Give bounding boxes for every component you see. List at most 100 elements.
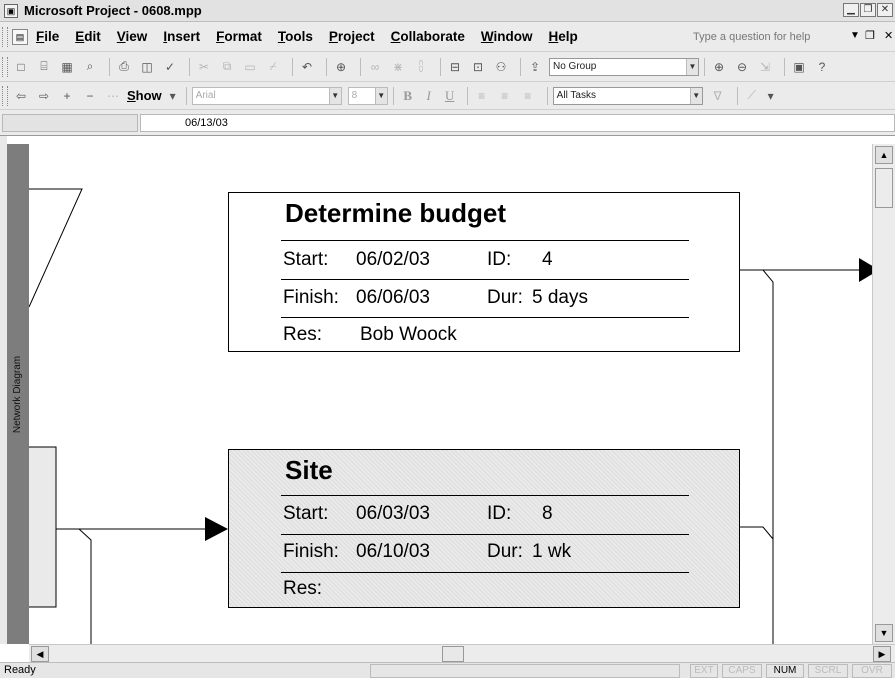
toolbar-grip[interactable] xyxy=(2,85,8,106)
restore-icon[interactable]: ❐ xyxy=(860,3,876,17)
save-icon[interactable]: ▦ xyxy=(58,58,76,76)
menu-help[interactable]: Help xyxy=(549,29,578,44)
close-icon[interactable]: ✕ xyxy=(877,3,893,17)
entry-field[interactable]: 06/13/03 xyxy=(140,114,895,132)
split-task-icon[interactable]: ⩉ xyxy=(412,58,430,76)
chevron-down-icon[interactable]: ▼ xyxy=(686,58,698,75)
toolbar-separator xyxy=(360,57,361,76)
italic-button[interactable]: I xyxy=(420,87,438,105)
minimize-icon[interactable]: ▁ xyxy=(843,3,859,17)
horizontal-scrollbar[interactable]: ◀ ▶ xyxy=(29,644,895,662)
copy-icon[interactable]: ⧉ xyxy=(218,58,236,76)
underline-button[interactable]: U xyxy=(441,87,459,105)
menu-file[interactable]: File xyxy=(36,29,59,44)
filter-select[interactable]: All Tasks ▼ xyxy=(552,86,703,105)
start-date: 06/03/03 xyxy=(356,503,430,524)
view-bar[interactable]: Network Diagram xyxy=(7,144,29,644)
cut-icon[interactable]: ✂ xyxy=(195,58,213,76)
hyperlink-icon[interactable]: ⊕ xyxy=(332,58,350,76)
print-icon[interactable]: ⎙ xyxy=(115,58,133,76)
partial-node-left[interactable] xyxy=(29,446,57,608)
help-icon[interactable]: ? xyxy=(813,58,831,76)
menu-collaborate[interactable]: Collaborate xyxy=(391,29,465,44)
vertical-scrollbar[interactable]: ▲ ▼ xyxy=(872,144,895,644)
copy-picture-icon[interactable]: ▣ xyxy=(790,58,808,76)
task-node[interactable]: Site Start: 06/03/03 ID: 8 Finish: 06/10… xyxy=(228,449,740,608)
search-icon[interactable]: ⌕ xyxy=(81,58,99,76)
entry-name-box xyxy=(2,114,138,132)
scroll-left-icon[interactable]: ◀ xyxy=(31,646,49,662)
network-diagram-canvas[interactable]: Determine budget Start: 06/02/03 ID: 4 F… xyxy=(29,144,872,644)
autofilter-icon[interactable]: ∇ xyxy=(709,87,727,105)
scroll-down-icon[interactable]: ▼ xyxy=(875,624,893,642)
document-icon[interactable]: ▤ xyxy=(12,28,28,45)
toolbar-grip[interactable] xyxy=(2,56,8,77)
align-center-icon[interactable]: ≡ xyxy=(496,87,514,105)
app-icon[interactable]: ▣ xyxy=(4,3,18,18)
show-button[interactable]: Show xyxy=(127,88,162,103)
publish-icon[interactable]: ⇪ xyxy=(526,58,544,76)
arrow-left-icon[interactable]: ⇦ xyxy=(12,87,30,105)
menu-tools[interactable]: Tools xyxy=(278,29,313,44)
scroll-right-icon[interactable]: ▶ xyxy=(873,646,891,662)
align-left-icon[interactable]: ≡ xyxy=(473,87,491,105)
id-label: ID: xyxy=(487,249,512,270)
chevron-down-icon[interactable]: ▼ xyxy=(689,87,702,104)
link-tasks-icon[interactable]: ∞ xyxy=(366,58,384,76)
font-select[interactable]: Arial ▼ xyxy=(191,86,342,105)
menu-format[interactable]: Format xyxy=(216,29,262,44)
unlink-tasks-icon[interactable]: ⋇ xyxy=(389,58,407,76)
gantt-chart-wizard-icon[interactable]: ⟋ xyxy=(743,87,761,105)
toolbar-separator xyxy=(326,57,327,76)
vertical-scroll-thumb[interactable] xyxy=(875,168,893,208)
menu-project[interactable]: Project xyxy=(329,29,375,44)
print-preview-icon[interactable]: ◫ xyxy=(138,58,156,76)
partial-node-outline[interactable] xyxy=(29,188,83,308)
scroll-up-icon[interactable]: ▲ xyxy=(875,146,893,164)
plus-icon[interactable]: + xyxy=(58,87,76,105)
arrow-right-icon[interactable]: ⇨ xyxy=(35,87,53,105)
document-close-icon[interactable]: ✕ xyxy=(884,29,893,42)
font-size-select[interactable]: 8 ▼ xyxy=(347,86,388,105)
assign-resources-icon[interactable]: ⚇ xyxy=(492,58,510,76)
zoom-in-icon[interactable]: ⊕ xyxy=(710,58,728,76)
menu-edit[interactable]: Edit xyxy=(75,29,101,44)
start-label: Start: xyxy=(283,503,329,524)
resource-label: Res: xyxy=(283,324,323,345)
format-painter-icon[interactable]: ⌿ xyxy=(264,58,282,76)
paste-icon[interactable]: ▭ xyxy=(241,58,259,76)
toolbar-grip[interactable] xyxy=(2,26,8,47)
title-bar: ▣ Microsoft Project - 0608.mpp ▁ ❐ ✕ xyxy=(0,0,895,22)
menu-window[interactable]: Window xyxy=(481,29,533,44)
bold-button[interactable]: B xyxy=(399,87,417,105)
status-pane xyxy=(370,664,680,678)
show-subtasks-icon[interactable]: ⋯ xyxy=(104,87,122,105)
minus-icon[interactable]: − xyxy=(81,87,99,105)
horizontal-scroll-thumb[interactable] xyxy=(442,646,464,662)
task-id: 8 xyxy=(542,503,553,524)
help-question-input[interactable]: Type a question for help xyxy=(693,28,843,46)
task-node[interactable]: Determine budget Start: 06/02/03 ID: 4 F… xyxy=(228,192,740,352)
chevron-down-icon[interactable]: ▾ xyxy=(168,87,178,105)
link-line xyxy=(740,526,774,540)
open-icon[interactable]: ⌸ xyxy=(35,58,53,76)
undo-icon[interactable]: ↶ xyxy=(298,58,316,76)
document-restore-icon[interactable]: ❐ xyxy=(865,29,875,42)
chevron-down-icon[interactable]: ▼ xyxy=(328,87,341,104)
help-dropdown-icon[interactable]: ▼ xyxy=(850,30,860,41)
arrowhead xyxy=(205,517,228,541)
finish-label: Finish: xyxy=(283,541,339,562)
new-icon[interactable]: □ xyxy=(12,58,30,76)
task-info-icon[interactable]: ⊟ xyxy=(446,58,464,76)
align-right-icon[interactable]: ≡ xyxy=(519,87,537,105)
menu-insert[interactable]: Insert xyxy=(163,29,200,44)
toolbar-separator xyxy=(466,86,468,105)
chevron-down-icon[interactable]: ▼ xyxy=(374,87,387,104)
group-select[interactable]: No Group ▼ xyxy=(549,57,699,76)
scroll-to-task-icon[interactable]: ⇲ xyxy=(756,58,774,76)
toolbar-options-icon[interactable]: ▾ xyxy=(766,87,776,105)
menu-view[interactable]: View xyxy=(117,29,148,44)
spelling-icon[interactable]: ✓ xyxy=(161,58,179,76)
task-notes-icon[interactable]: ⊡ xyxy=(469,58,487,76)
zoom-out-icon[interactable]: ⊖ xyxy=(733,58,751,76)
